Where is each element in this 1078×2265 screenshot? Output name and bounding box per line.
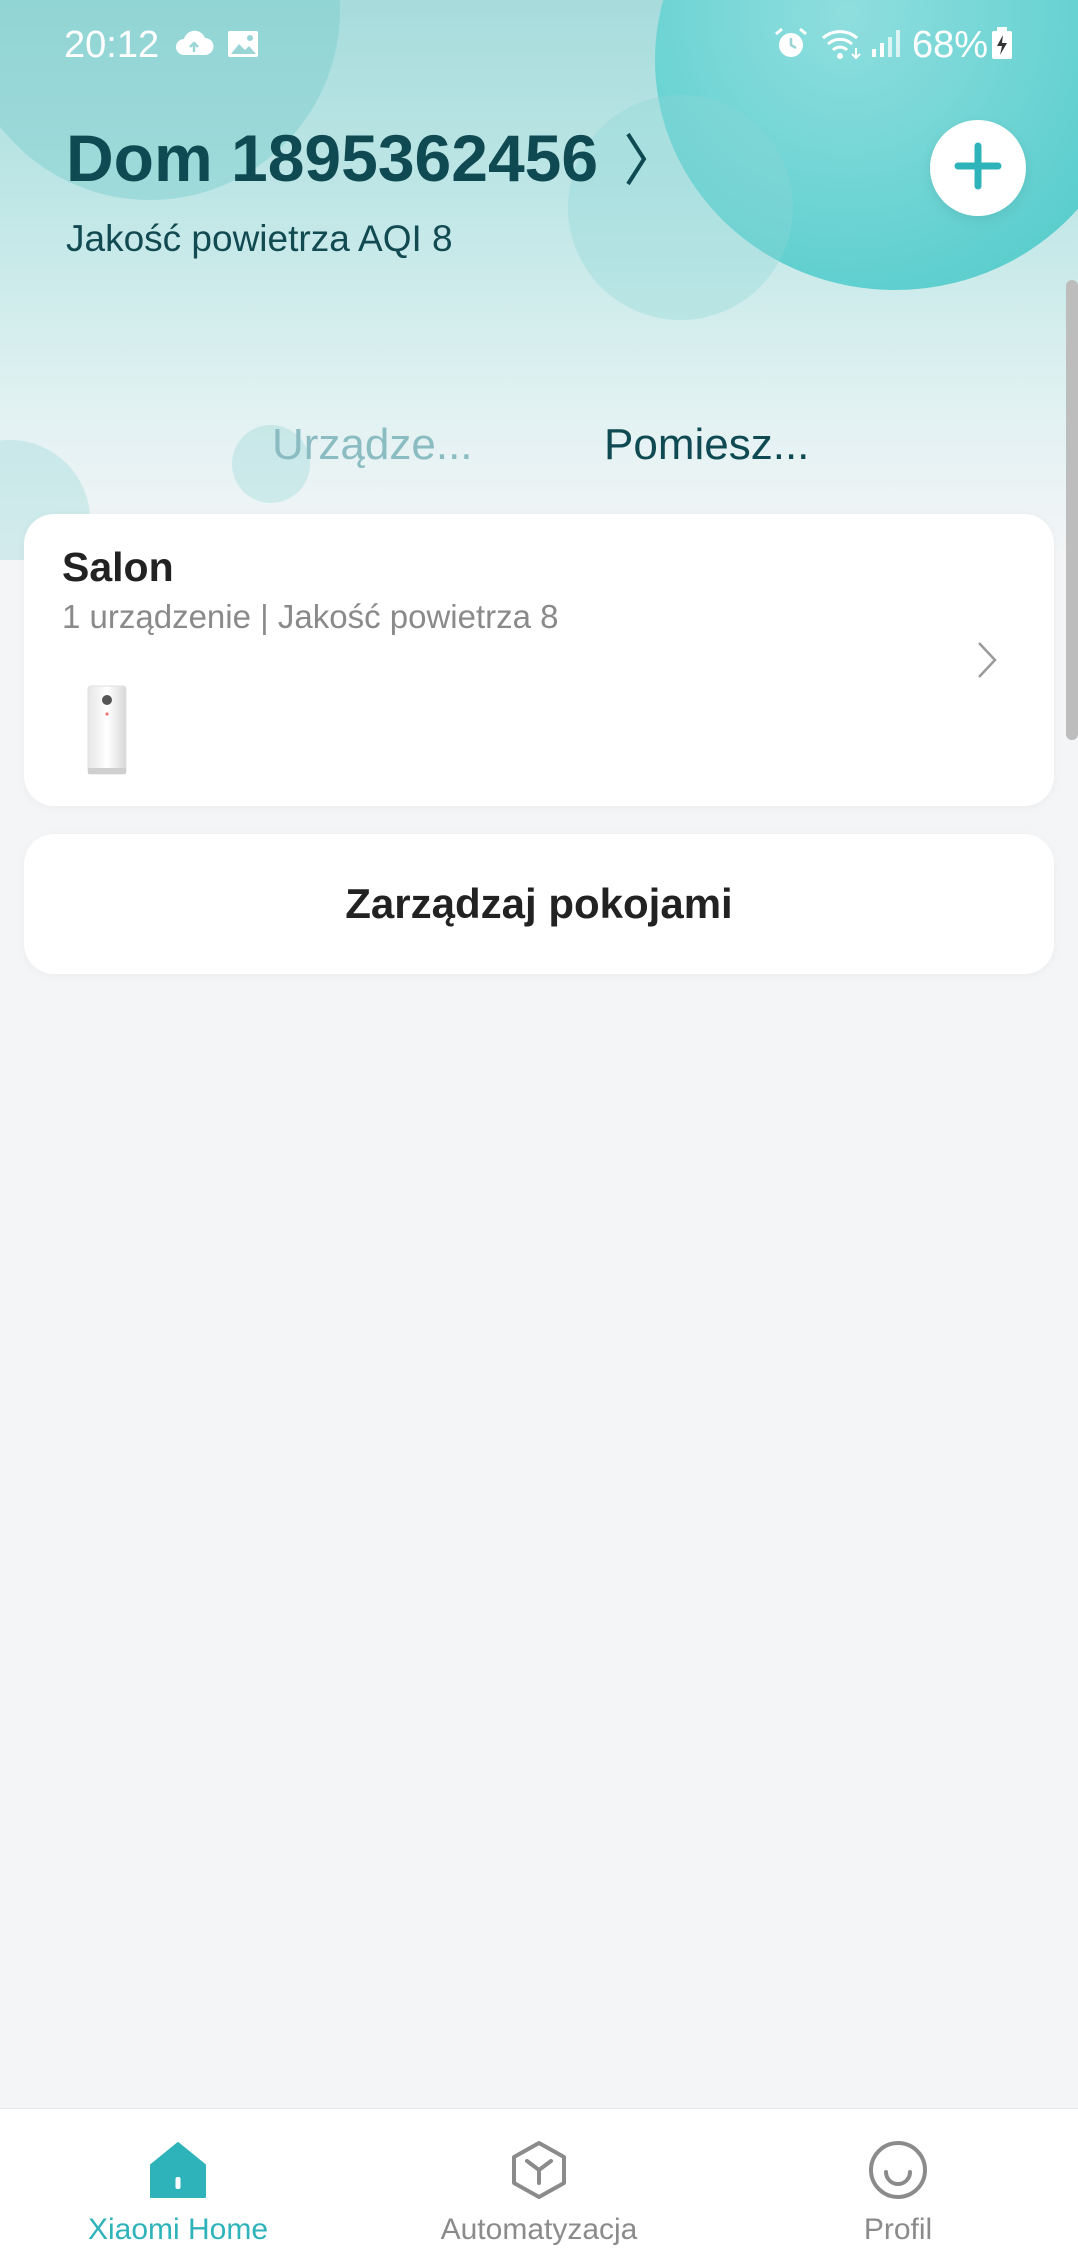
chevron-right-icon[interactable] [620, 128, 650, 195]
smile-face-icon [867, 2139, 929, 2206]
nav-xiaomi-home[interactable]: Xiaomi Home [28, 2109, 328, 2265]
automation-cube-icon [508, 2139, 570, 2206]
battery-charging-icon [990, 26, 1014, 70]
chevron-right-icon [976, 640, 998, 685]
alarm-icon [772, 26, 810, 70]
nav-label: Xiaomi Home [87, 2213, 269, 2246]
battery-percentage: 68% [912, 24, 989, 66]
cloud-sync-icon [174, 26, 214, 69]
scrollbar[interactable] [1066, 280, 1078, 740]
wifi-icon [820, 26, 862, 70]
nav-label: Profil [863, 2213, 933, 2246]
status-bar: 20:12 68% [0, 0, 1078, 90]
add-device-button[interactable] [930, 120, 1026, 216]
signal-icon [870, 26, 902, 69]
room-name: Salon [62, 544, 174, 590]
status-time: 20:12 [64, 24, 160, 66]
manage-rooms-button[interactable]: Zarządzaj pokojami [24, 834, 1054, 974]
nav-automatyzacja[interactable]: Automatyzacja [389, 2109, 689, 2265]
home-selector[interactable]: Dom 1895362456 [66, 120, 598, 196]
image-icon [226, 26, 260, 69]
room-card-salon[interactable]: Salon 1 urządzenie | Jakość powietrza 8 [24, 514, 1054, 806]
bottom-navigation: Xiaomi Home Automatyzacja Profil [0, 2108, 1078, 2265]
tab-rooms[interactable]: Pomiesz... [604, 420, 809, 470]
air-quality-summary: Jakość powietrza AQI 8 [66, 218, 453, 259]
air-purifier-icon [84, 684, 130, 783]
manage-rooms-label: Zarządzaj pokojami [345, 880, 733, 927]
room-summary: 1 urządzenie | Jakość powietrza 8 [62, 598, 559, 635]
tab-devices[interactable]: Urządze... [272, 420, 473, 470]
home-icon [147, 2139, 209, 2206]
plus-icon [952, 140, 1004, 197]
decorative-bubble [568, 95, 793, 320]
nav-label: Automatyzacja [440, 2213, 638, 2246]
nav-profil[interactable]: Profil [748, 2109, 1048, 2265]
